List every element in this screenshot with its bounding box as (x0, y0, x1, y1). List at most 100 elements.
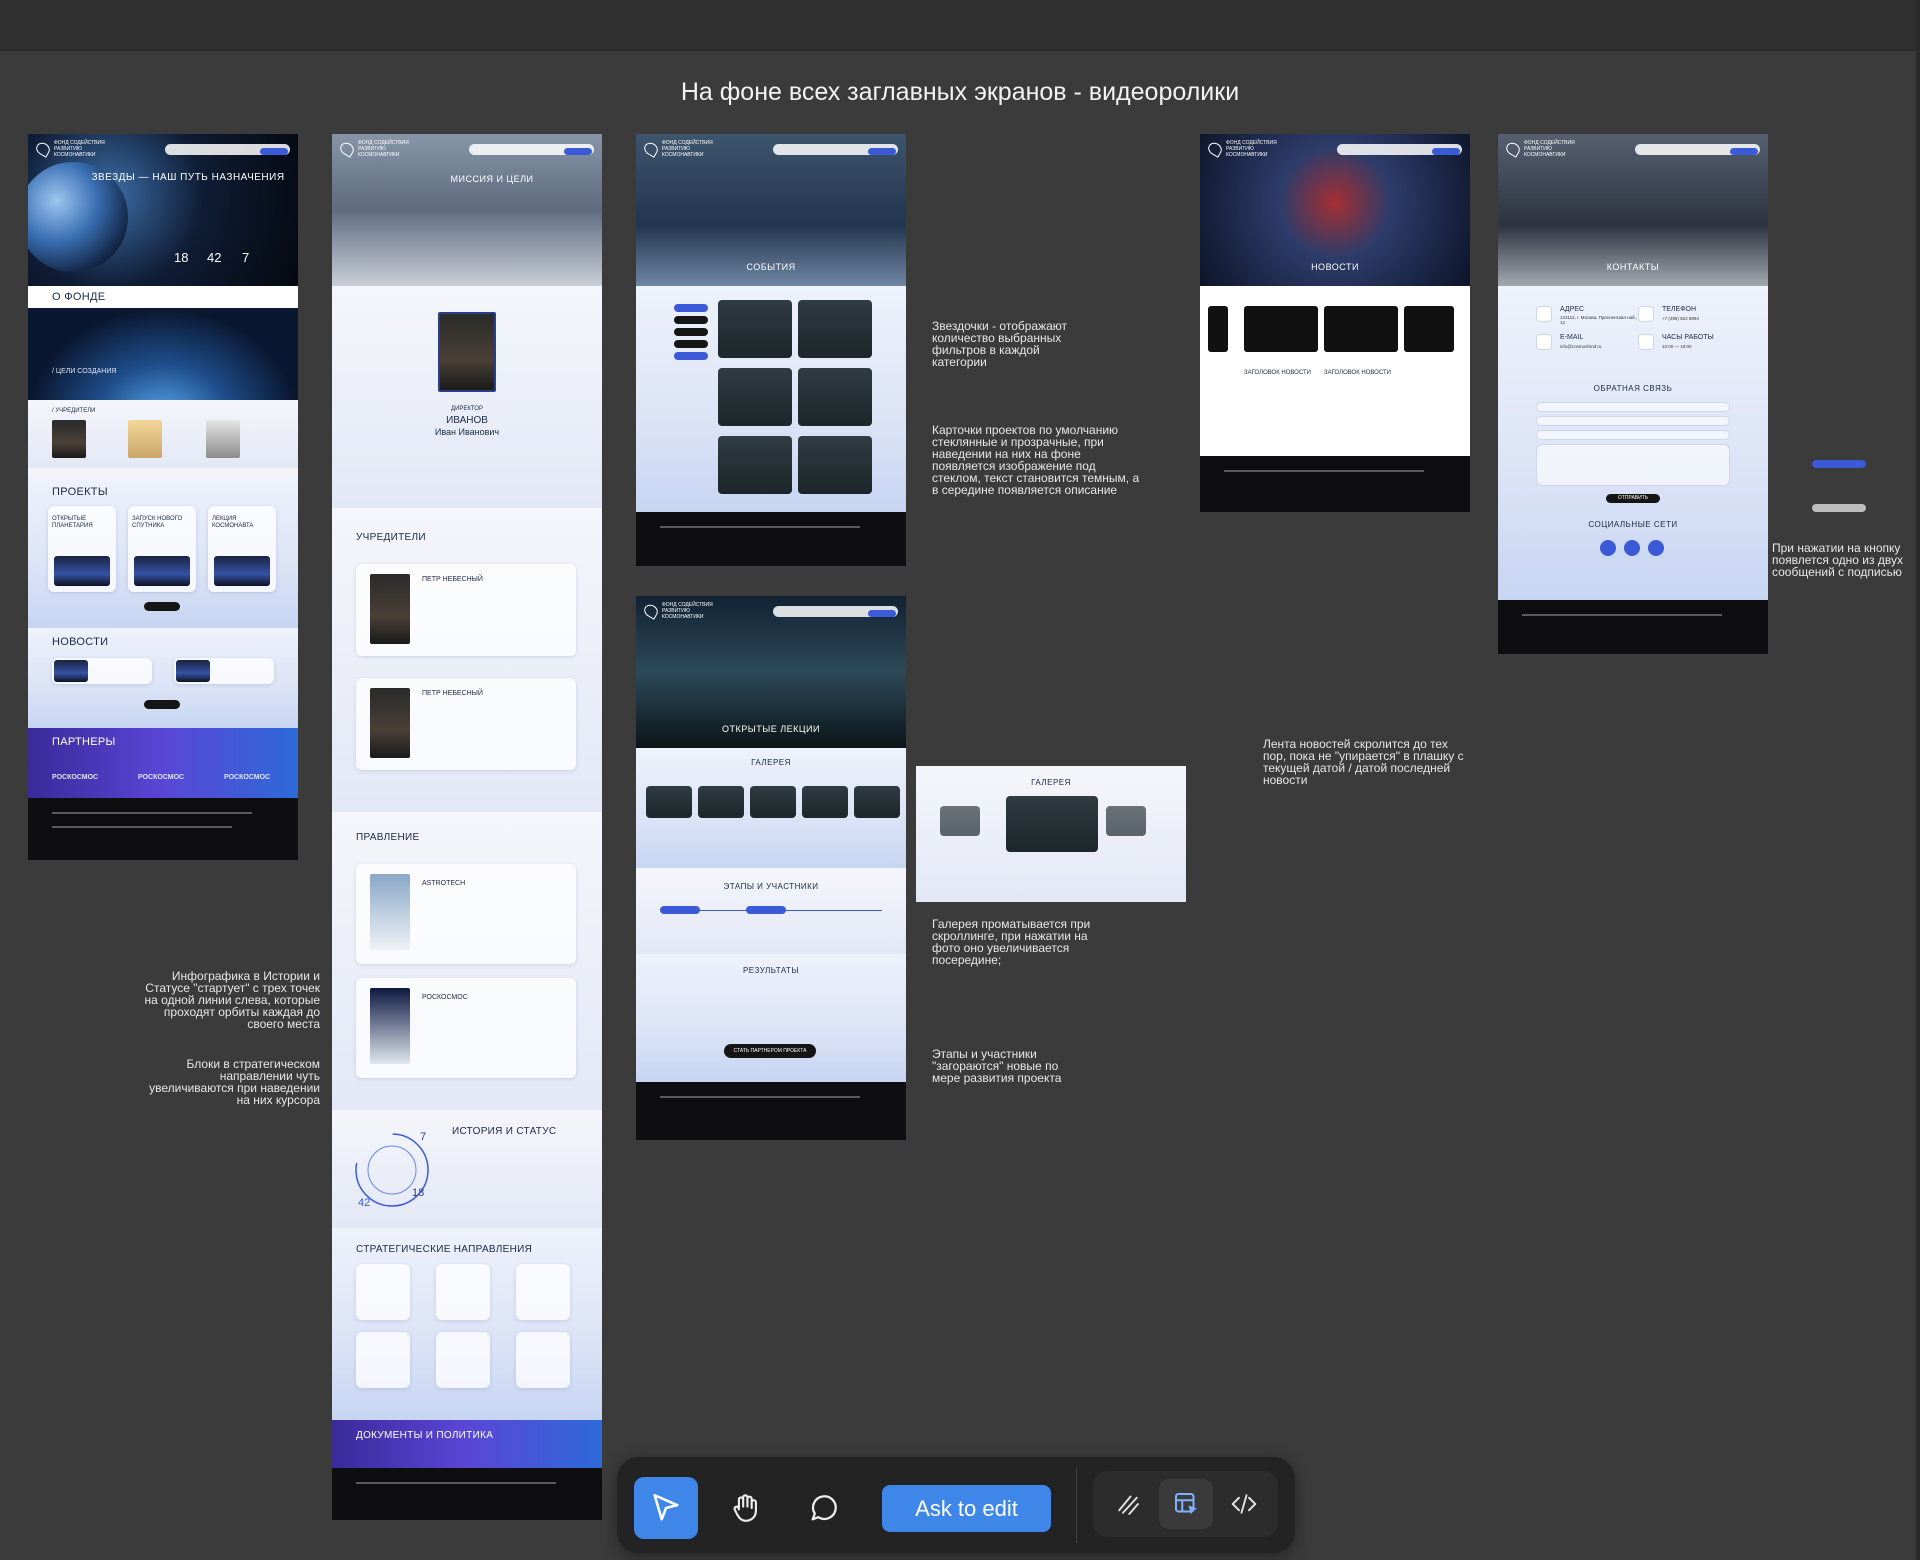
gallery-photo[interactable] (802, 786, 848, 818)
gallery-photo[interactable] (854, 786, 900, 818)
gallery-photo[interactable] (940, 806, 980, 836)
send-button[interactable]: ОТПРАВИТЬ (1606, 494, 1660, 503)
toolbar-divider (1076, 1467, 1077, 1543)
filter-chip[interactable] (674, 340, 708, 348)
news-image[interactable] (1404, 306, 1454, 352)
all-projects-button[interactable] (144, 602, 180, 611)
dev-mode-icon[interactable] (1159, 1479, 1213, 1529)
event-card[interactable] (798, 300, 872, 358)
news-image[interactable] (1208, 306, 1228, 352)
logo-icon[interactable] (1205, 140, 1225, 158)
nav-cta-button[interactable] (260, 148, 288, 155)
founder-card[interactable]: ПЕТР НЕБЕСНЫЙ (356, 678, 576, 770)
email-value[interactable]: info@cosmosfond.ru (1560, 343, 1601, 350)
frame-gallery-zoom[interactable]: ГАЛЕРЕЯ (916, 766, 1186, 902)
event-card[interactable] (718, 368, 792, 426)
news-card[interactable] (174, 658, 274, 684)
frame-contacts[interactable]: ФОНД СОДЕЙСТВИЯ РАЗВИТИЮ КОСМОНАВТИКИ КО… (1498, 134, 1768, 654)
organization-field[interactable] (1536, 416, 1730, 426)
nav-cta-button[interactable] (868, 610, 896, 617)
filter-chip[interactable] (674, 328, 708, 336)
telegram-icon[interactable] (1648, 540, 1664, 556)
project-card[interactable]: ЗАПУСК НОВОГО СПУТНИКА (128, 506, 196, 592)
name-field[interactable] (1536, 402, 1730, 412)
gallery-photo-enlarged[interactable] (1006, 796, 1098, 852)
news-card[interactable] (52, 658, 152, 684)
news-feed[interactable]: ЗАГОЛОВОК НОВОСТИ ЗАГОЛОВОК НОВОСТИ (1200, 286, 1470, 456)
gallery-photo[interactable] (1106, 806, 1146, 836)
strategy-card[interactable] (436, 1332, 490, 1388)
logo-icon[interactable] (641, 602, 661, 620)
gallery-photo[interactable] (698, 786, 744, 818)
strategy-card[interactable] (436, 1264, 490, 1320)
news-image[interactable] (1244, 306, 1318, 352)
project-card[interactable]: ОТКРЫТЫЕ ПЛАНЕТАРИЯ (48, 506, 116, 592)
frame-events[interactable]: ФОНД СОДЕЙСТВИЯ РАЗВИТИЮ КОСМОНАВТИКИ СО… (636, 134, 906, 566)
strategy-card[interactable] (516, 1264, 570, 1320)
nav-cta-button[interactable] (564, 148, 592, 155)
gallery-photo[interactable] (750, 786, 796, 818)
ask-to-edit-button[interactable]: Ask to edit (882, 1485, 1051, 1532)
logo-icon[interactable] (337, 140, 357, 158)
partner-logo[interactable]: РОСКОСМОС (224, 774, 270, 781)
board-card[interactable]: ASTROTECH (356, 864, 576, 964)
logo-icon[interactable] (1503, 140, 1523, 158)
draw-icon[interactable] (1101, 1479, 1155, 1529)
nav-cta-button[interactable] (868, 148, 896, 155)
hand-icon[interactable] (714, 1477, 778, 1539)
partner-logo[interactable]: РОСКОСМОС (52, 774, 98, 781)
nav-bar[interactable]: ФОНД СОДЕЙСТВИЯ РАЗВИТИЮ КОСМОНАВТИКИ (641, 140, 898, 158)
nav-cta-button[interactable] (1730, 148, 1758, 155)
whatsapp-icon[interactable] (1624, 540, 1640, 556)
strategy-card[interactable] (356, 1264, 410, 1320)
nav-bar[interactable]: ФОНД СОДЕЙСТВИЯ РАЗВИТИЮ КОСМОНАВТИКИ (33, 140, 290, 158)
event-card[interactable] (798, 436, 872, 494)
founders-section: УЧРЕДИТЕЛИ ПЕТР НЕБЕСНЫЙ ПЕТР НЕБЕСНЫЙ (332, 508, 602, 812)
nav-bar[interactable]: ФОНД СОДЕЙСТВИЯ РАЗВИТИЮ КОСМОНАВТИКИ (337, 140, 594, 158)
vk-icon[interactable] (1600, 540, 1616, 556)
strategy-card[interactable] (356, 1332, 410, 1388)
nav-menu[interactable] (469, 144, 594, 155)
nav-menu[interactable] (165, 144, 290, 155)
nav-menu[interactable] (773, 144, 898, 155)
news-image[interactable] (1324, 306, 1398, 352)
phone-value[interactable]: +7 (495) 922 8994 (1662, 315, 1699, 322)
event-card[interactable] (718, 436, 792, 494)
code-icon[interactable] (1217, 1479, 1271, 1529)
nav-menu[interactable] (1337, 144, 1462, 155)
lectures-title: ОТКРЫТЫЕ ЛЕКЦИИ (722, 724, 820, 734)
project-card[interactable]: ЛЕКЦИЯ КОСМОНАВТА (208, 506, 276, 592)
nav-cta-button[interactable] (1432, 148, 1460, 155)
logo-icon[interactable] (641, 140, 661, 158)
contact-field[interactable] (1536, 430, 1730, 440)
news-item-title: ЗАГОЛОВОК НОВОСТИ (1244, 370, 1311, 376)
event-card[interactable] (718, 300, 792, 358)
pointer-icon[interactable] (634, 1477, 698, 1539)
filter-chip[interactable] (674, 304, 708, 312)
frame-lectures[interactable]: ФОНД СОДЕЙСТВИЯ РАЗВИТИЮ КОСМОНАВТИКИ ОТ… (636, 596, 906, 1140)
stage-marker[interactable] (746, 906, 786, 914)
become-partner-button[interactable]: СТАТЬ ПАРТНЕРОМ ПРОЕКТА (724, 1044, 816, 1058)
all-news-button[interactable] (144, 700, 180, 709)
gallery-photo[interactable] (646, 786, 692, 818)
nav-bar[interactable]: ФОНД СОДЕЙСТВИЯ РАЗВИТИЮ КОСМОНАВТИКИ (1205, 140, 1462, 158)
nav-menu[interactable] (773, 606, 898, 617)
stage-marker[interactable] (660, 906, 700, 914)
board-card[interactable]: РОСКОСМОС (356, 978, 576, 1078)
frame-home[interactable]: ФОНД СОДЕЙСТВИЯ РАЗВИТИЮ КОСМОНАВТИКИ ЗВ… (28, 134, 298, 860)
partner-logo[interactable]: РОСКОСМОС (138, 774, 184, 781)
filter-chip[interactable] (674, 316, 708, 324)
filter-chip[interactable] (674, 352, 708, 360)
footer (1200, 456, 1470, 512)
event-card[interactable] (798, 368, 872, 426)
founder-card[interactable]: ПЕТР НЕБЕСНЫЙ (356, 564, 576, 656)
message-field[interactable] (1536, 444, 1730, 486)
nav-menu[interactable] (1635, 144, 1760, 155)
logo-icon[interactable] (33, 140, 53, 158)
nav-bar[interactable]: ФОНД СОДЕЙСТВИЯ РАЗВИТИЮ КОСМОНАВТИКИ (1503, 140, 1760, 158)
frame-about[interactable]: ФОНД СОДЕЙСТВИЯ РАЗВИТИЮ КОСМОНАВТИКИ МИ… (332, 134, 602, 1520)
strategy-card[interactable] (516, 1332, 570, 1388)
comment-icon[interactable] (792, 1477, 856, 1539)
nav-bar[interactable]: ФОНД СОДЕЙСТВИЯ РАЗВИТИЮ КОСМОНАВТИКИ (641, 602, 898, 620)
frame-news[interactable]: ФОНД СОДЕЙСТВИЯ РАЗВИТИЮ КОСМОНАВТИКИ НО… (1200, 134, 1470, 512)
